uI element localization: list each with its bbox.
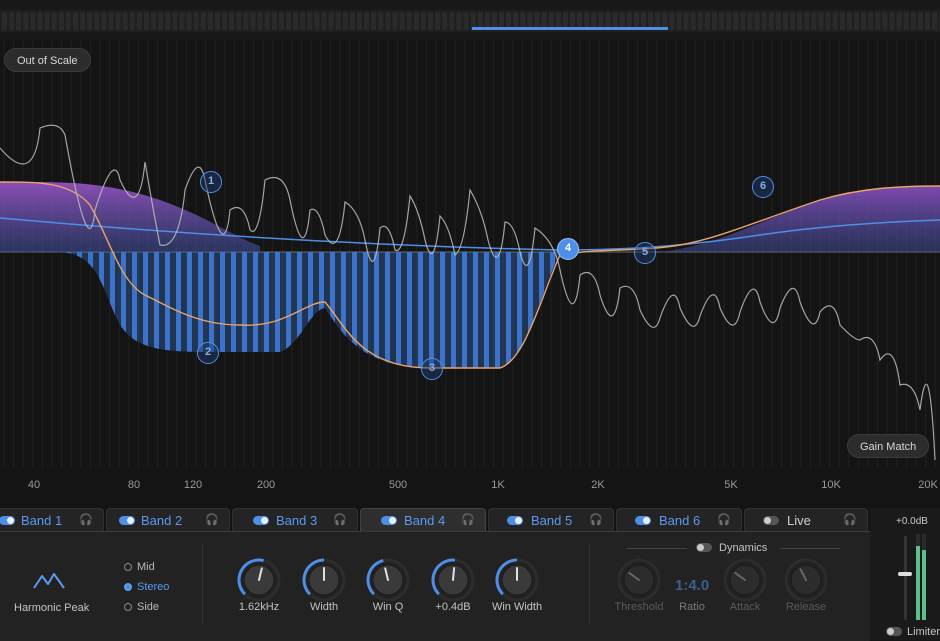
tab-label: Band 2 [141, 513, 183, 528]
headphones-icon[interactable]: 🎧 [461, 513, 475, 526]
ratio-label: Ratio [679, 601, 705, 613]
eq-curve-display [0, 40, 940, 468]
tab-label: Band 3 [276, 513, 318, 528]
ratio-value[interactable]: 1:4.0 [675, 577, 709, 594]
band-2-toggle[interactable] [119, 516, 135, 525]
tab-live[interactable]: Live 🎧 [744, 508, 868, 532]
freq-label: 2K [591, 479, 605, 491]
out-of-scale-button[interactable]: Out of Scale [4, 48, 91, 72]
freq-label: 10K [821, 479, 841, 491]
tab-label: Band 4 [404, 513, 446, 528]
band-1-toggle[interactable] [0, 516, 15, 525]
band-1-shelf-fill [0, 181, 260, 252]
tab-band-5[interactable]: Band 5 🎧 [488, 508, 614, 532]
radio-side[interactable]: Side [124, 601, 159, 613]
radio-label: Stereo [137, 581, 170, 593]
output-fader-track[interactable] [904, 536, 907, 620]
tab-label: Band 5 [531, 513, 573, 528]
knob-label-win-q: Win Q [372, 601, 404, 613]
headphones-icon[interactable]: 🎧 [843, 513, 857, 526]
piano-keyboard[interactable] [0, 0, 940, 40]
headphones-icon[interactable]: 🎧 [717, 513, 731, 526]
band-node-4[interactable]: 4 [557, 238, 579, 260]
keyboard-graphic [0, 10, 940, 32]
output-gain-value: +0.0dB [896, 516, 928, 527]
eq-graph[interactable]: Out of Scale Gain Match 1 2 3 4 5 6 [0, 40, 940, 468]
headphones-icon[interactable]: 🎧 [205, 513, 219, 526]
output-section: +0.0dB Limiter [870, 508, 940, 640]
tab-label: Live [787, 513, 811, 528]
radio-label: Side [137, 601, 160, 613]
band-6-toggle[interactable] [635, 516, 651, 525]
shape-label: Harmonic Peak [14, 602, 90, 614]
tab-band-1[interactable]: Band 1 🎧 [0, 508, 104, 532]
freq-label: 120 [183, 479, 203, 491]
knob-label-frequency: 1.62kHz [238, 601, 280, 613]
threshold-label: Threshold [614, 601, 664, 613]
freq-label: 500 [388, 479, 408, 491]
radio-label: Mid [137, 561, 155, 573]
limiter-label: Limiter [907, 626, 940, 638]
tab-label: Band 1 [21, 513, 63, 528]
band-node-5[interactable]: 5 [634, 242, 656, 264]
headphones-icon[interactable]: 🎧 [79, 513, 93, 526]
tab-label: Band 6 [659, 513, 701, 528]
release-label: Release [785, 601, 827, 613]
freq-label: 200 [256, 479, 276, 491]
band-node-3[interactable]: 3 [421, 358, 443, 380]
band-3-toggle[interactable] [253, 516, 269, 525]
band-tabs: Band 1 🎧 Band 2 🎧 Band 3 🎧 Band 4 🎧 Band… [0, 508, 870, 532]
knob-label-width: Width [309, 601, 339, 613]
dynamics-toggle[interactable] [696, 543, 712, 552]
freq-label: 40 [27, 479, 41, 491]
radio-mid[interactable]: Mid [124, 561, 155, 573]
live-toggle[interactable] [763, 516, 779, 525]
headphones-icon[interactable]: 🎧 [589, 513, 603, 526]
knob-label-win-width: Win Width [491, 601, 543, 613]
harmonic-peak-icon[interactable] [32, 570, 68, 592]
band-5-toggle[interactable] [507, 516, 523, 525]
freq-label: 5K [724, 479, 738, 491]
attack-label: Attack [729, 601, 761, 613]
tab-band-6[interactable]: Band 6 🎧 [616, 508, 742, 532]
freq-label: 80 [127, 479, 141, 491]
limiter-toggle[interactable] [886, 627, 902, 636]
tab-band-4[interactable]: Band 4 🎧 [360, 508, 486, 532]
output-fader-handle[interactable] [898, 572, 912, 576]
dynamics-label: Dynamics [719, 542, 768, 554]
tab-band-2[interactable]: Band 2 🎧 [106, 508, 230, 532]
headphones-icon[interactable]: 🎧 [333, 513, 347, 526]
band-node-6[interactable]: 6 [752, 176, 774, 198]
gain-match-button[interactable]: Gain Match [847, 434, 930, 458]
band-4-toggle[interactable] [381, 516, 397, 525]
band-node-2[interactable]: 2 [197, 342, 219, 364]
radio-stereo[interactable]: Stereo [124, 581, 169, 593]
freq-label: 1K [491, 479, 505, 491]
band-node-1[interactable]: 1 [200, 171, 222, 193]
knob-label-gain: +0.4dB [435, 601, 471, 613]
tab-band-3[interactable]: Band 3 🎧 [232, 508, 358, 532]
freq-label: 20K [918, 479, 938, 491]
